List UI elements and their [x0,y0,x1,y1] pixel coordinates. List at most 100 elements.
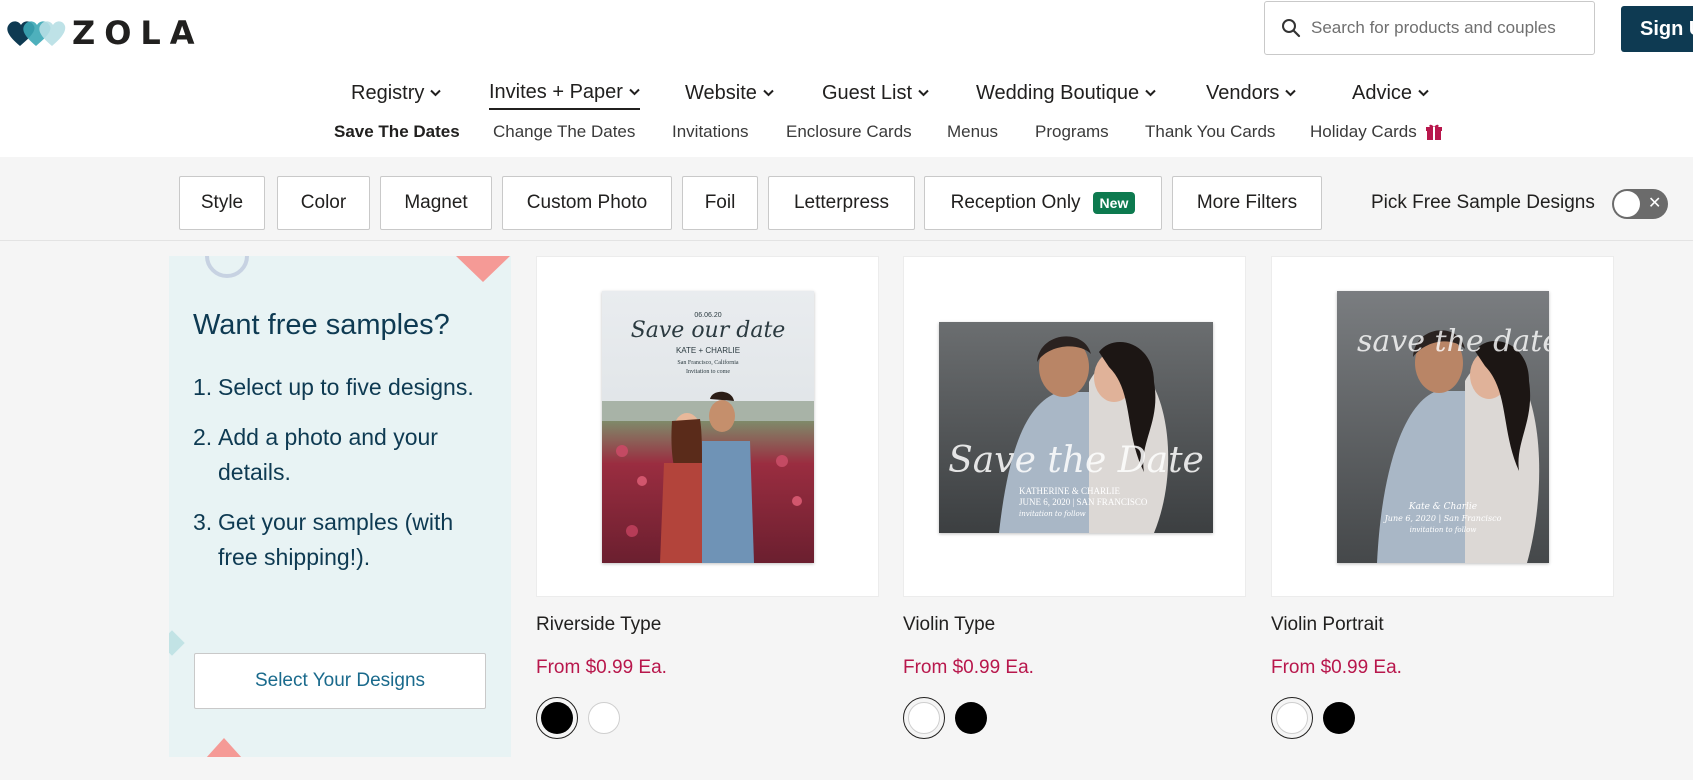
filter-color-button[interactable]: Color [277,176,370,230]
nav-advice[interactable]: Advice [1352,76,1429,110]
card-text: invitation to follow [1410,526,1477,534]
product-image: Save the Date KATHERINE & CHARLIE JUNE 6… [939,322,1213,533]
chevron-down-icon [918,89,929,97]
nav-wedding-boutique[interactable]: Wedding Boutique [976,76,1156,110]
nav-label: Wedding Boutique [976,81,1140,104]
decorative-triangle [456,256,510,282]
filter-custom-photo-button[interactable]: Custom Photo [502,176,672,230]
product-name[interactable]: Violin Type [903,614,1246,636]
product-image: save the date Kate & Charlie June 6, 202… [1337,291,1549,563]
gift-icon [1425,124,1442,140]
swatch-dot [541,702,573,734]
swatch-white[interactable] [1271,697,1313,739]
swatch-black[interactable] [950,697,992,739]
subnav-enclosure-cards[interactable]: Enclosure Cards [786,122,912,142]
subnav-holiday-cards[interactable]: Holiday Cards [1310,122,1443,142]
chevron-down-icon [1285,89,1297,97]
swatch-dot [1323,702,1355,734]
nav-label: Vendors [1206,81,1280,104]
search-icon [1282,19,1301,38]
site-header: ZOLA Sign Up Registry Invites + Paper We… [0,0,1693,157]
product-name[interactable]: Riverside Type [536,614,879,636]
color-swatches [536,697,879,739]
nav-invites-paper[interactable]: Invites + Paper [489,76,640,110]
more-filters-button[interactable]: More Filters [1172,176,1322,230]
swatch-dot [908,702,940,734]
card-text: save the date [1357,324,1549,359]
filter-magnet-button[interactable]: Magnet [380,176,492,230]
zola-logo[interactable]: ZOLA [6,14,204,52]
nav-label: Advice [1352,81,1413,104]
swatch-white[interactable] [583,697,625,739]
pick-free-samples-label: Pick Free Sample Designs [1371,192,1595,213]
decorative-triangle [206,738,242,757]
product-image-frame[interactable]: save the date Kate & Charlie June 6, 202… [1271,256,1614,597]
product-card: 06.06.20 Save our date KATE + CHARLIE Sa… [536,256,879,739]
card-text: Save our date [631,318,786,343]
filter-reception-only-button[interactable]: Reception Only New [924,176,1162,230]
subnav-menus[interactable]: Menus [947,122,998,142]
filter-bar: Style Color Magnet Custom Photo Foil Let… [0,157,1693,241]
pick-free-samples-toggle[interactable]: ✕ [1612,189,1668,219]
card-text: Invitation to come [686,369,730,375]
nav-label: Website [685,81,757,104]
swatch-black[interactable] [536,697,578,739]
swatch-black[interactable] [1318,697,1360,739]
nav-label: Registry [351,81,425,104]
subnav-programs[interactable]: Programs [1035,122,1109,142]
close-icon: ✕ [1648,195,1662,212]
card-text: San Francisco, California [677,359,738,366]
nav-website[interactable]: Website [685,76,774,110]
nav-vendors[interactable]: Vendors [1206,76,1297,110]
promo-title: Want free samples? [193,309,450,341]
logo-text: ZOLA [72,14,204,52]
card-text: invitation to follow [1019,510,1086,518]
product-name[interactable]: Violin Portrait [1271,614,1614,636]
product-price: From $0.99 Ea. [903,657,1034,678]
subnav-save-the-dates[interactable]: Save The Dates [334,122,460,142]
nav-registry[interactable]: Registry [351,76,442,110]
card-text: KATE + CHARLIE [676,346,740,355]
promo-step: 2. Add a photo and your details. [193,424,438,485]
filter-foil-button[interactable]: Foil [682,176,758,230]
select-your-designs-button[interactable]: Select Your Designs [194,653,486,709]
card-text: JUNE 6, 2020 | SAN FRANCISCO [1019,497,1148,507]
hearts-logo-icon [7,21,66,46]
search-box[interactable] [1264,1,1595,55]
swatch-dot [1276,702,1308,734]
product-image-frame[interactable]: Save the Date KATHERINE & CHARLIE JUNE 6… [903,256,1246,597]
promo-steps: 1. Select up to five designs. 2. Add a pho… [193,370,493,590]
color-swatches [1271,697,1614,739]
nav-label: Invites + Paper [489,80,623,103]
color-swatches [903,697,1246,739]
sub-nav: Save The Dates Change The Dates Invitati… [0,122,1693,146]
subnav-change-the-dates[interactable]: Change The Dates [493,122,635,142]
subnav-invitations[interactable]: Invitations [672,122,749,142]
card-text: KATHERINE & CHARLIE [1019,486,1120,496]
swatch-dot [588,702,620,734]
main-nav: Registry Invites + Paper Website Guest L… [0,76,1693,112]
chevron-down-icon [1145,89,1156,97]
new-badge: New [1092,192,1136,214]
chevron-down-icon [430,89,442,97]
sign-up-button[interactable]: Sign Up [1621,6,1693,52]
promo-step: 1. Select up to five designs. [193,374,474,400]
filter-style-button[interactable]: Style [179,176,265,230]
product-image-frame[interactable]: 06.06.20 Save our date KATE + CHARLIE Sa… [536,256,879,597]
swatch-white[interactable] [903,697,945,739]
toggle-knob [1614,191,1640,217]
decorative-shape [169,630,185,656]
subnav-thank-you-cards[interactable]: Thank You Cards [1145,122,1275,142]
card-text: Save the Date [948,440,1204,481]
product-price: From $0.99 Ea. [536,657,667,678]
promo-step: 3. Get your samples (with free shipping!)… [193,509,454,570]
swatch-dot [955,702,987,734]
filter-label: Reception Only [950,192,1081,213]
card-text: Kate & Charlie [1408,502,1477,512]
search-input[interactable] [1311,18,1581,38]
product-price: From $0.99 Ea. [1271,657,1402,678]
product-card: Save the Date KATHERINE & CHARLIE JUNE 6… [903,256,1246,739]
nav-guest-list[interactable]: Guest List [822,76,929,110]
filter-letterpress-button[interactable]: Letterpress [768,176,915,230]
subnav-label: Holiday Cards [1310,122,1417,141]
